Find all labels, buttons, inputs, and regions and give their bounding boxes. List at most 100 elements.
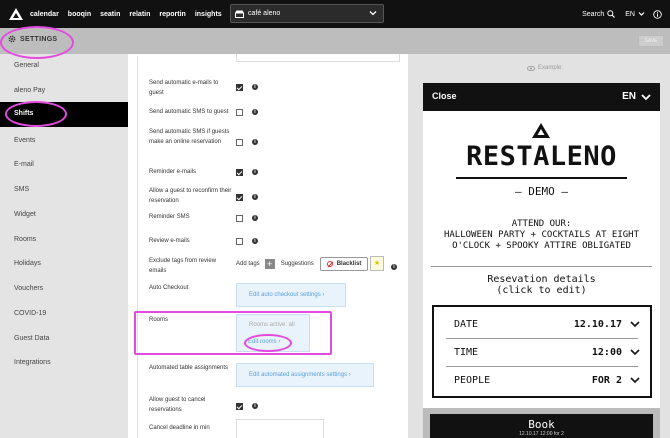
- sidebar-item-email[interactable]: E-mail: [14, 161, 34, 168]
- event-announcement: ATTEND OUR: HALLOWEEN PARTY + COCKTAILS …: [423, 219, 660, 252]
- widget-preview: Close EN RESTALENO – DEMO – ATTEND OUR: …: [423, 83, 660, 438]
- info-icon[interactable]: i: [252, 238, 258, 244]
- sidebar-item-widget[interactable]: Widget: [14, 211, 36, 218]
- sidebar-item-rooms[interactable]: Rooms: [14, 236, 36, 243]
- date-label: DATE: [454, 319, 479, 330]
- venue-name: café aleno: [248, 10, 281, 17]
- checkbox-review-emails[interactable]: [236, 238, 243, 245]
- row-label-automated-tables: Automated table assignments: [149, 365, 229, 371]
- checkbox-reminder-emails[interactable]: [236, 169, 243, 176]
- nav-calendar[interactable]: calendar: [30, 11, 59, 18]
- reservation-details-title[interactable]: Resevation details (click to edit): [423, 274, 660, 296]
- aleno-logo-icon[interactable]: [5, 0, 27, 28]
- people-row[interactable]: PEOPLE FOR 2: [434, 366, 650, 394]
- row-label-reconfirm: Allow a guest to reconfirm their reserva…: [149, 188, 232, 204]
- blacklist-tag[interactable]: Blacklist: [319, 257, 369, 271]
- sidebar-item-aleno-pay[interactable]: aleno Pay: [14, 87, 45, 94]
- book-summary: 12.10.17 12:00 for 2: [519, 431, 564, 437]
- widget-language-selector[interactable]: EN: [622, 91, 651, 102]
- automated-link[interactable]: Edit automated assignments settings ›: [249, 372, 351, 378]
- time-label: TIME: [454, 347, 479, 358]
- people-value: FOR 2: [591, 375, 622, 386]
- checkbox-auto-emails[interactable]: [236, 84, 243, 91]
- book-button[interactable]: Book 12.10.17 12:00 for 2: [430, 414, 653, 438]
- settings-bar: SETTINGS SAVE: [0, 28, 670, 54]
- nav-reportin[interactable]: reportin: [159, 11, 185, 18]
- info-circle-icon[interactable]: [653, 9, 662, 19]
- info-icon[interactable]: i: [252, 109, 258, 115]
- chevron-down-icon: [630, 377, 640, 384]
- sidebar-item-vouchers[interactable]: Vouchers: [14, 285, 43, 292]
- reservation-title-line: (click to edit): [496, 285, 587, 296]
- nav-seatin[interactable]: seatin: [100, 11, 120, 18]
- sidebar-item-covid[interactable]: COVID-19: [14, 310, 46, 317]
- chevron-down-icon: [630, 349, 640, 356]
- auto-checkout-link[interactable]: Edit auto checkout settings ›: [249, 292, 324, 298]
- restaurant-brand: RESTALENO: [466, 141, 617, 172]
- nav-right: Search EN: [582, 0, 662, 28]
- sidebar-item-integrations[interactable]: Integrations: [14, 359, 51, 366]
- language-label: EN: [625, 10, 635, 18]
- row-label-auto-sms: Send automatic SMS to guest: [149, 109, 229, 115]
- suggestions-label: Suggestions: [280, 261, 314, 267]
- chevron-down-icon: [641, 93, 651, 100]
- add-tag-button[interactable]: +: [264, 259, 275, 269]
- checkbox-allow-cancel[interactable]: [236, 403, 243, 410]
- info-icon[interactable]: i: [391, 264, 397, 270]
- checkbox-reminder-sms[interactable]: [236, 215, 243, 222]
- people-label: PEOPLE: [454, 375, 491, 386]
- sidebar-item-sms[interactable]: SMS: [14, 186, 29, 193]
- star-tag[interactable]: ★: [370, 256, 384, 271]
- annotation-rooms-row: [134, 311, 332, 355]
- example-text: Example:: [538, 65, 564, 71]
- widget-language-label: EN: [622, 91, 636, 102]
- annotation-settings: [0, 26, 74, 59]
- time-row[interactable]: TIME 12:00: [434, 338, 650, 366]
- aleno-logo-icon: [532, 123, 550, 138]
- chevron-down-icon: [369, 11, 377, 16]
- checkbox-reconfirm[interactable]: [236, 194, 243, 201]
- nav-booqin[interactable]: booqin: [68, 11, 91, 18]
- info-icon[interactable]: i: [252, 215, 258, 221]
- search-icon: [607, 10, 616, 18]
- checkbox-auto-sms[interactable]: [236, 109, 243, 116]
- venue-selector[interactable]: café aleno: [230, 4, 384, 23]
- save-button[interactable]: SAVE: [638, 35, 664, 47]
- row-label-allow-cancel: Allow guest to cancel reservations: [149, 397, 206, 413]
- sidebar-item-holidays[interactable]: Holidays: [14, 260, 41, 267]
- star-icon: ★: [373, 260, 381, 267]
- checkbox-sms-online[interactable]: [236, 139, 243, 146]
- announcement-line: O'CLOCK + SPOOKY ATTIRE OBLIGATED: [452, 241, 631, 251]
- row-label-auto-emails: Send automatic e-mails to guest: [149, 80, 219, 96]
- sidebar-item-events[interactable]: Events: [14, 137, 35, 144]
- sidebar-item-guest-data[interactable]: Guest Data: [14, 335, 49, 342]
- time-value: 12:00: [591, 347, 622, 358]
- divider: [431, 266, 652, 267]
- tags-row: Add tags + Suggestions Blacklist: [236, 256, 369, 272]
- date-row[interactable]: DATE 12.10.17: [434, 310, 650, 338]
- search-button[interactable]: Search: [582, 10, 616, 18]
- top-nav: calendar booqin seatin relatin reportin …: [0, 0, 670, 28]
- info-icon[interactable]: i: [252, 194, 258, 200]
- nav-insights[interactable]: insights: [195, 11, 222, 18]
- info-icon[interactable]: i: [252, 139, 258, 145]
- search-label: Search: [582, 10, 605, 18]
- example-label: Example:: [527, 65, 563, 71]
- info-icon[interactable]: i: [252, 403, 258, 409]
- cancel-deadline-input[interactable]: [236, 419, 324, 438]
- date-value: 12.10.17: [573, 319, 622, 330]
- nav-relatin[interactable]: relatin: [129, 11, 150, 18]
- row-label-sms-online: Send automatic SMS if guests make an onl…: [149, 129, 230, 145]
- info-icon[interactable]: i: [252, 169, 258, 175]
- store-icon: [235, 10, 244, 18]
- text-input[interactable]: [236, 54, 400, 62]
- language-selector[interactable]: EN: [625, 11, 645, 18]
- reservation-details-box: DATE 12.10.17 TIME 12:00 PEOPLE FOR 2: [432, 305, 652, 398]
- row-label-exclude-tags: Exclude tags from review emails: [149, 258, 217, 274]
- close-button[interactable]: Close: [432, 91, 457, 101]
- info-icon[interactable]: i: [252, 84, 258, 90]
- chevron-down-icon: [630, 321, 640, 328]
- row-label-auto-checkout: Auto Checkout: [149, 285, 189, 291]
- demo-label: – DEMO –: [515, 185, 568, 198]
- sidebar-item-general[interactable]: General: [14, 62, 39, 69]
